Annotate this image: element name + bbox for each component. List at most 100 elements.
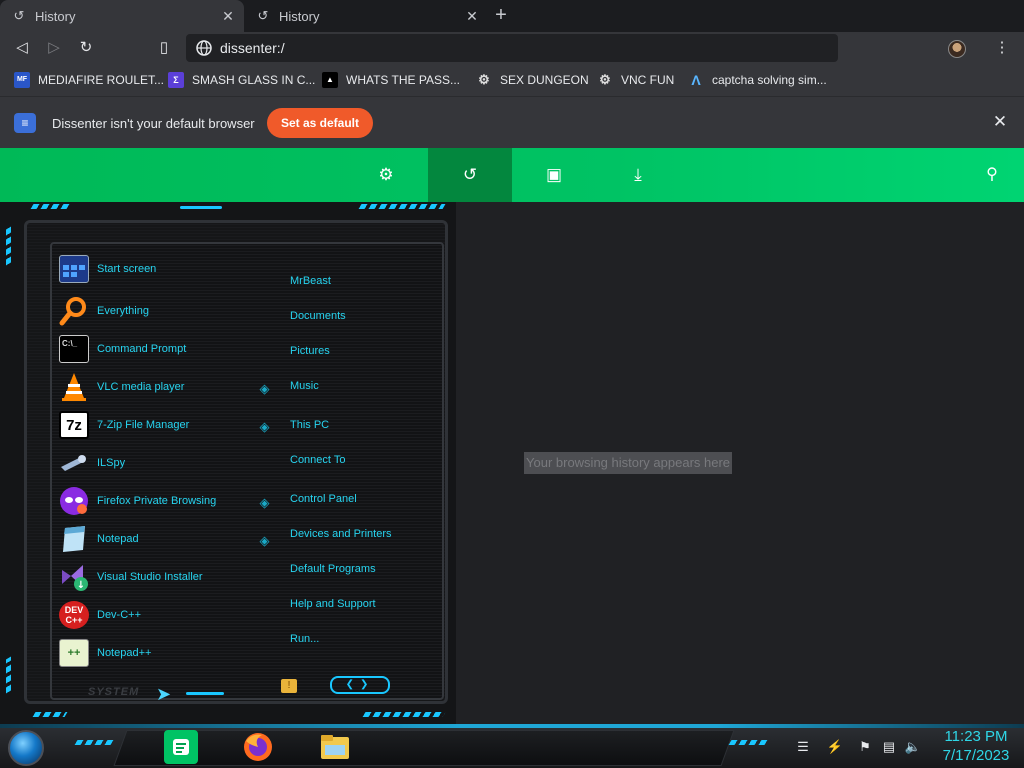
tab-close-icon[interactable]: ✕: [464, 8, 480, 24]
place-help-support[interactable]: Help and Support: [290, 598, 376, 610]
history-clock-icon: ↺: [257, 8, 269, 23]
tab-history-active[interactable]: ↺ History ✕: [0, 0, 244, 32]
password-game-icon: ▲: [322, 72, 338, 88]
globe-icon: [196, 40, 212, 56]
place-default-programs[interactable]: Default Programs: [290, 563, 376, 575]
reload-button[interactable]: ↻: [74, 36, 98, 60]
program-label: Start screen: [97, 263, 157, 275]
tab-title: History: [35, 8, 76, 24]
bookmark-label: captcha solving sim...: [712, 73, 827, 87]
bookmark-item[interactable]: Λ captcha solving sim...: [688, 70, 827, 90]
captcha-icon: Λ: [691, 72, 701, 88]
bookmark-item[interactable]: Σ SMASH GLASS IN C...: [168, 70, 315, 90]
submenu-arrow-icon: ◈: [259, 381, 270, 396]
history-clock-icon[interactable]: ↺: [428, 148, 512, 202]
file-explorer-icon[interactable]: [318, 730, 352, 764]
program-label: Command Prompt: [97, 343, 187, 355]
decor-line: [180, 206, 222, 209]
bookmark-item[interactable]: MF MEDIAFIRE ROULET...: [14, 70, 164, 90]
program-devcpp[interactable]: DEV C++ Dev-C++: [59, 600, 141, 630]
taskbar-plate: [113, 730, 735, 766]
forward-button[interactable]: ▷: [42, 36, 66, 60]
decor-bar: [358, 204, 446, 209]
program-label: Everything: [97, 305, 149, 317]
submenu-arrow-icon: ◈: [259, 495, 270, 510]
tab-strip: ↺ History ✕ ↺ History ✕ +: [0, 0, 1024, 32]
decor-line: [186, 692, 224, 695]
start-screen-icon: [59, 255, 89, 283]
place-run[interactable]: Run...: [290, 633, 319, 645]
place-this-pc[interactable]: This PC: [290, 419, 329, 431]
search-icon[interactable]: ⚲: [980, 163, 1004, 187]
program-command-prompt[interactable]: C:\_ Command Prompt: [59, 334, 186, 364]
place-connect-to[interactable]: Connect To: [290, 454, 345, 466]
place-mrbeast[interactable]: MrBeast: [290, 275, 331, 287]
dissenter-app-icon[interactable]: [164, 730, 198, 764]
decor-side: [6, 226, 11, 266]
profile-avatar[interactable]: [948, 40, 966, 58]
decor-bar: [74, 740, 114, 745]
program-label: 7-Zip File Manager: [97, 419, 190, 431]
smash-glass-icon: Σ: [168, 72, 184, 88]
screen: ↺ History ✕ ↺ History ✕ + ◁ ▷ ↻ ▯ dissen…: [0, 0, 1024, 768]
bookmark-label: VNC FUN: [621, 73, 675, 87]
history-clock-icon: ↺: [13, 8, 25, 23]
flag-icon[interactable]: ⚑: [856, 738, 874, 756]
bookmarks-book-icon[interactable]: ▣: [512, 148, 596, 202]
clock[interactable]: 11:23 PM 7/17/2023: [936, 727, 1016, 765]
devcpp-icon: DEV C++: [59, 601, 89, 629]
program-label: VLC media player: [97, 381, 185, 393]
program-vlc[interactable]: VLC media player: [59, 372, 184, 402]
new-tab-button[interactable]: +: [489, 4, 513, 28]
set-as-default-button[interactable]: Set as default: [267, 108, 373, 138]
decor-bar: [362, 712, 446, 717]
back-button[interactable]: ◁: [10, 36, 34, 60]
tab-close-icon[interactable]: ✕: [220, 8, 236, 24]
bookmark-item[interactable]: ⚙ SEX DUNGEON: [476, 70, 589, 90]
place-control-panel[interactable]: Control Panel: [290, 493, 357, 505]
clock-time: 11:23 PM: [944, 728, 1008, 745]
gear-site-icon: ⚙: [478, 72, 490, 87]
program-everything[interactable]: Everything: [59, 296, 149, 326]
decor-bar: [728, 740, 768, 745]
toolbar: ◁ ▷ ↻ ▯ dissenter:/ ⋮: [0, 32, 1024, 64]
system-label: SYSTEM: [88, 686, 140, 698]
bookmark-item[interactable]: ▲ WHATS THE PASS...: [322, 70, 460, 90]
infobar-message: Dissenter isn't your default browser: [52, 116, 255, 131]
place-documents[interactable]: Documents: [290, 310, 346, 322]
start-menu: Start screen Everything C:\_ Command Pro…: [0, 202, 456, 724]
tray-app-icon[interactable]: ⚡: [826, 738, 844, 756]
program-ilspy[interactable]: ILSpy: [59, 448, 125, 478]
downloads-icon[interactable]: ⤓: [596, 148, 680, 202]
program-7zip[interactable]: 7z 7-Zip File Manager: [59, 410, 189, 440]
tab-title: History: [279, 8, 320, 24]
firefox-icon[interactable]: [241, 730, 275, 764]
volume-icon[interactable]: 🔈: [904, 738, 922, 756]
decor-bar: [32, 712, 68, 717]
program-vs-installer[interactable]: ↓ Visual Studio Installer: [59, 562, 203, 592]
bookmark-icon[interactable]: ▯: [152, 36, 176, 60]
network-icon[interactable]: ▤: [880, 738, 898, 756]
settings-gear-icon[interactable]: ⚙: [344, 148, 428, 202]
place-devices-printers[interactable]: Devices and Printers: [290, 528, 392, 540]
place-pictures[interactable]: Pictures: [290, 345, 330, 357]
close-infobar-icon[interactable]: ✕: [990, 112, 1010, 132]
start-orb-button[interactable]: [8, 730, 44, 766]
program-start-screen[interactable]: Start screen: [59, 254, 156, 284]
show-hidden-icons[interactable]: ☰: [794, 738, 812, 756]
notepadpp-icon: ++: [59, 639, 89, 667]
address-bar[interactable]: dissenter:/: [186, 34, 838, 62]
menu-icon[interactable]: ⋮: [990, 36, 1014, 60]
bookmark-item[interactable]: ⚙ VNC FUN: [597, 70, 674, 90]
program-firefox-private[interactable]: Firefox Private Browsing: [59, 486, 216, 516]
page-arrows-button[interactable]: ❮❯: [330, 676, 390, 694]
tab-history[interactable]: ↺ History ✕: [244, 0, 488, 32]
program-notepad[interactable]: Notepad: [59, 524, 139, 554]
program-notepadpp[interactable]: ++ Notepad++: [59, 638, 151, 668]
submenu-arrow-icon: ◈: [259, 533, 270, 548]
7zip-icon: 7z: [59, 411, 89, 439]
place-music[interactable]: Music: [290, 380, 319, 392]
submenu-arrow-icon: ◈: [259, 419, 270, 434]
notification-badge-icon[interactable]: !: [281, 679, 297, 693]
ilspy-icon: [59, 449, 89, 477]
